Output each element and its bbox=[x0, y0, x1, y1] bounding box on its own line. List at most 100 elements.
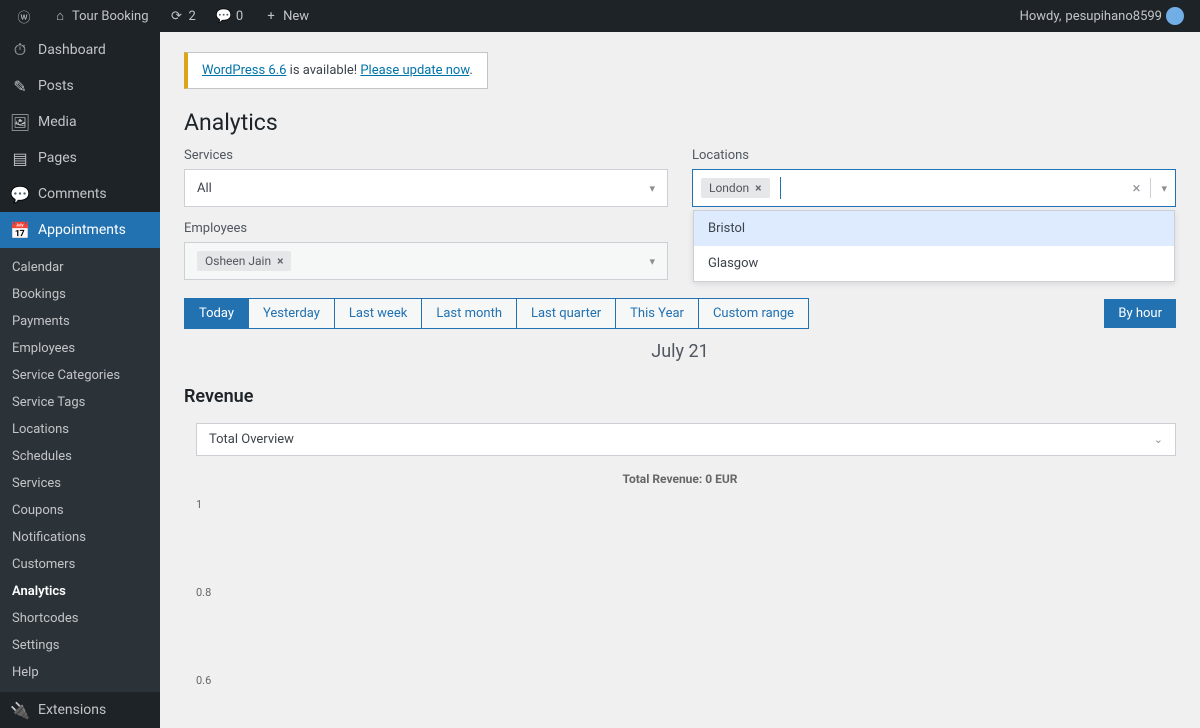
toolbar-left: ⓦ ⌂Tour Booking ⟳2 💬0 +New bbox=[8, 0, 317, 32]
location-option-glasgow[interactable]: Glasgow bbox=[694, 246, 1174, 281]
plug-icon: 🔌 bbox=[10, 700, 30, 720]
services-value: All bbox=[197, 181, 212, 196]
submenu-item-service-tags[interactable]: Service Tags bbox=[0, 389, 160, 416]
menu-icon: ⏱ bbox=[10, 40, 30, 60]
range-last-quarter[interactable]: Last quarter bbox=[516, 298, 616, 329]
updates-count: 2 bbox=[189, 9, 196, 24]
locations-select[interactable]: London × × ▾ Bristol Glasgow bbox=[692, 169, 1176, 207]
update-notice: WordPress 6.6 is available! Please updat… bbox=[184, 52, 488, 89]
submenu-item-notifications[interactable]: Notifications bbox=[0, 524, 160, 551]
site-name: Tour Booking bbox=[72, 9, 149, 24]
submenu-item-employees[interactable]: Employees bbox=[0, 335, 160, 362]
plus-icon: + bbox=[263, 8, 279, 24]
submenu-item-settings[interactable]: Settings bbox=[0, 632, 160, 659]
updates-link[interactable]: ⟳2 bbox=[161, 0, 204, 32]
menu-icon: 📅 bbox=[10, 220, 30, 240]
site-link[interactable]: ⌂ Tour Booking bbox=[44, 0, 157, 32]
overview-label: Total Overview bbox=[209, 432, 294, 447]
overview-select[interactable]: Total Overview ⌄ bbox=[196, 423, 1176, 456]
wordpress-icon: ⓦ bbox=[16, 8, 32, 24]
menu-icon: 🖼 bbox=[10, 112, 30, 132]
employees-label: Employees bbox=[184, 221, 668, 236]
main-content: WordPress 6.6 is available! Please updat… bbox=[160, 32, 1200, 728]
extensions-label: Extensions bbox=[38, 702, 106, 718]
chart-title: Total Revenue: 0 EUR bbox=[184, 472, 1176, 486]
submenu-item-help[interactable]: Help bbox=[0, 659, 160, 686]
sidebar-item-posts[interactable]: ✎Posts bbox=[0, 68, 160, 104]
revenue-heading: Revenue bbox=[184, 386, 1176, 407]
date-heading: July 21 bbox=[184, 341, 1176, 362]
comment-icon: 💬 bbox=[216, 8, 232, 24]
divider bbox=[1150, 178, 1151, 198]
by-hour-button[interactable]: By hour bbox=[1104, 299, 1176, 328]
notice-mid: is available! bbox=[286, 63, 360, 78]
toolbar-right: Howdy, pesupihano8599 bbox=[1012, 0, 1192, 32]
date-range-group: TodayYesterdayLast weekLast monthLast qu… bbox=[184, 298, 809, 329]
revenue-chart: 1 0.8 0.6 bbox=[196, 498, 1176, 678]
submenu-item-service-categories[interactable]: Service Categories bbox=[0, 362, 160, 389]
comments-link[interactable]: 💬0 bbox=[208, 0, 251, 32]
notice-period: . bbox=[469, 63, 472, 78]
range-last-week[interactable]: Last week bbox=[334, 298, 422, 329]
range-this-year[interactable]: This Year bbox=[615, 298, 699, 329]
submenu-item-schedules[interactable]: Schedules bbox=[0, 443, 160, 470]
employee-tag: Osheen Jain × bbox=[197, 251, 291, 271]
submenu-item-payments[interactable]: Payments bbox=[0, 308, 160, 335]
range-yesterday[interactable]: Yesterday bbox=[248, 298, 335, 329]
menu-icon: ✎ bbox=[10, 76, 30, 96]
sidebar-item-media[interactable]: 🖼Media bbox=[0, 104, 160, 140]
services-label: Services bbox=[184, 148, 668, 163]
sidebar-item-appointments[interactable]: 📅Appointments bbox=[0, 212, 160, 248]
submenu-item-calendar[interactable]: Calendar bbox=[0, 254, 160, 281]
submenu-item-services[interactable]: Services bbox=[0, 470, 160, 497]
sidebar-item-pages[interactable]: ▤Pages bbox=[0, 140, 160, 176]
username: pesupihano8599 bbox=[1065, 9, 1162, 24]
wp-logo[interactable]: ⓦ bbox=[8, 0, 40, 32]
y-tick: 1 bbox=[196, 498, 202, 511]
menu-icon: ▤ bbox=[10, 148, 30, 168]
avatar bbox=[1166, 7, 1184, 25]
appointments-submenu: CalendarBookingsPaymentsEmployeesService… bbox=[0, 248, 160, 692]
sidebar-item-dashboard[interactable]: ⏱Dashboard bbox=[0, 32, 160, 68]
home-icon: ⌂ bbox=[52, 8, 68, 24]
menu-icon: 💬 bbox=[10, 184, 30, 204]
update-now-link[interactable]: Please update now bbox=[360, 63, 469, 78]
sidebar-item-extensions[interactable]: 🔌 Extensions bbox=[0, 692, 160, 728]
locations-dropdown: Bristol Glasgow bbox=[693, 210, 1175, 282]
comments-count: 0 bbox=[236, 9, 243, 24]
wp-version-link[interactable]: WordPress 6.6 bbox=[202, 63, 286, 78]
admin-toolbar: ⓦ ⌂Tour Booking ⟳2 💬0 +New Howdy, pesupi… bbox=[0, 0, 1200, 32]
chevron-down-icon[interactable]: ▾ bbox=[1161, 182, 1167, 195]
submenu-item-locations[interactable]: Locations bbox=[0, 416, 160, 443]
text-caret bbox=[780, 177, 781, 199]
sidebar-item-comments[interactable]: 💬Comments bbox=[0, 176, 160, 212]
submenu-item-analytics[interactable]: Analytics bbox=[0, 578, 160, 605]
howdy-prefix: Howdy, bbox=[1020, 9, 1062, 24]
tag-label: Osheen Jain bbox=[205, 254, 271, 268]
tag-label: London bbox=[709, 181, 749, 195]
y-tick: 0.8 bbox=[196, 586, 211, 599]
admin-sidebar: ⏱Dashboard✎Posts🖼Media▤Pages💬Comments📅Ap… bbox=[0, 32, 160, 728]
locations-label: Locations bbox=[692, 148, 1176, 163]
submenu-item-customers[interactable]: Customers bbox=[0, 551, 160, 578]
services-select[interactable]: All ▾ bbox=[184, 169, 668, 207]
refresh-icon: ⟳ bbox=[169, 8, 185, 24]
account-link[interactable]: Howdy, pesupihano8599 bbox=[1012, 0, 1192, 32]
tag-remove-icon[interactable]: × bbox=[755, 181, 761, 195]
location-option-bristol[interactable]: Bristol bbox=[694, 211, 1174, 246]
range-today[interactable]: Today bbox=[184, 298, 249, 329]
new-label: New bbox=[283, 9, 309, 24]
employees-select[interactable]: Osheen Jain × ▾ bbox=[184, 242, 668, 280]
new-link[interactable]: + New bbox=[255, 0, 317, 32]
range-last-month[interactable]: Last month bbox=[421, 298, 517, 329]
tag-remove-icon[interactable]: × bbox=[277, 254, 283, 268]
submenu-item-shortcodes[interactable]: Shortcodes bbox=[0, 605, 160, 632]
clear-all-icon[interactable]: × bbox=[1132, 179, 1140, 197]
y-tick: 0.6 bbox=[196, 674, 211, 687]
page-title: Analytics bbox=[184, 109, 1176, 136]
chevron-down-icon: ⌄ bbox=[1154, 433, 1163, 446]
submenu-item-coupons[interactable]: Coupons bbox=[0, 497, 160, 524]
submenu-item-bookings[interactable]: Bookings bbox=[0, 281, 160, 308]
range-custom-range[interactable]: Custom range bbox=[698, 298, 809, 329]
chevron-down-icon: ▾ bbox=[649, 255, 655, 268]
